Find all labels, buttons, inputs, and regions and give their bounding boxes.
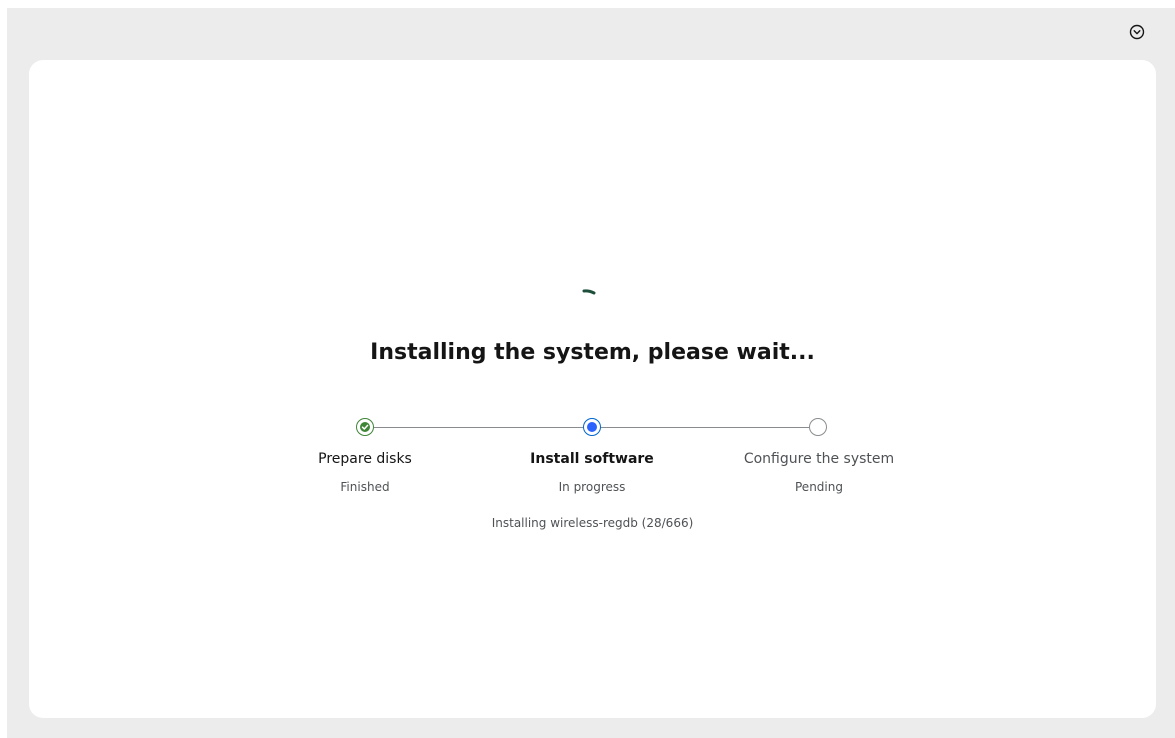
progress-connector	[374, 427, 583, 428]
step-label-install-software: Install software	[530, 451, 654, 467]
step-label-prepare-disks: Prepare disks	[318, 451, 412, 467]
page-title: Installing the system, please wait...	[370, 340, 815, 365]
current-dot-icon	[583, 418, 601, 436]
progress-connector	[601, 427, 809, 428]
chevron-down-circle-icon[interactable]	[1129, 24, 1145, 40]
check-circle-icon	[356, 418, 374, 436]
step-status-configure-system: Pending	[795, 480, 843, 494]
loading-spinner-icon	[582, 287, 596, 297]
step-status-install-software: In progress	[558, 480, 626, 494]
progress-card: Installing the system, please wait... Pr…	[29, 60, 1156, 718]
step-status-prepare-disks: Finished	[340, 480, 390, 494]
installer-window: Installing the system, please wait... Pr…	[7, 8, 1175, 738]
step-label-configure-system: Configure the system	[743, 451, 895, 467]
empty-circle-icon	[809, 418, 827, 436]
install-detail-text: Installing wireless-regdb (28/666)	[491, 516, 694, 530]
